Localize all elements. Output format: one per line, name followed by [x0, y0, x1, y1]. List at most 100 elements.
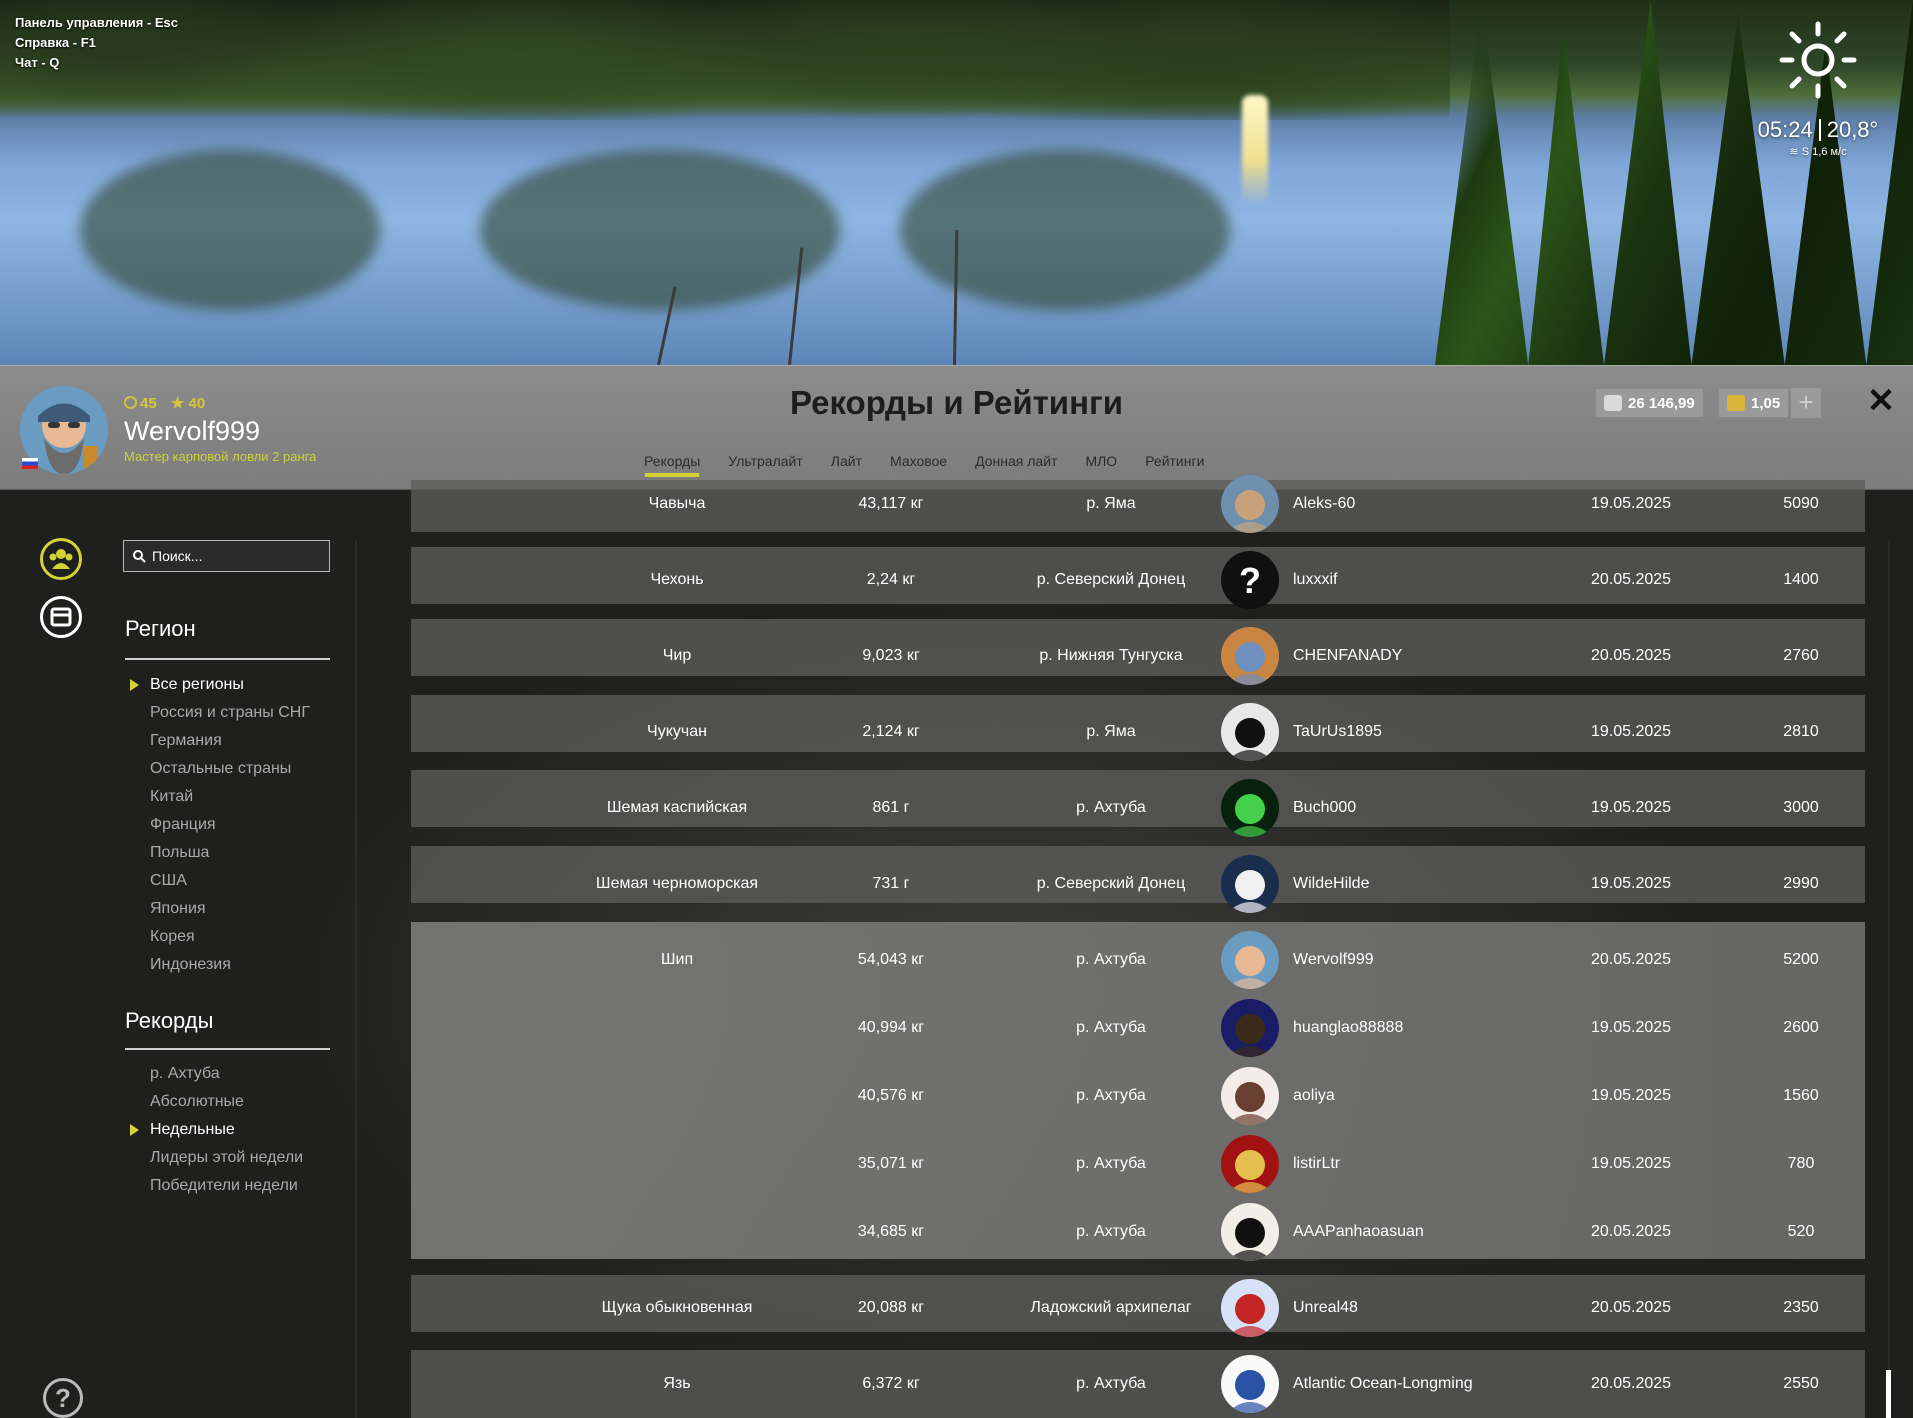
friends-icon[interactable]	[40, 538, 82, 580]
fish-weight: 40,576 кг	[857, 1087, 925, 1104]
record-points: 2600	[1783, 1019, 1819, 1036]
scrollbar-thumb[interactable]	[1886, 1370, 1891, 1418]
region-item-all[interactable]: Все регионы	[130, 671, 310, 699]
region-item-indonesia[interactable]: Индонезия	[150, 951, 310, 979]
region-item-china[interactable]: Китай	[150, 783, 310, 811]
tab-bottom-light[interactable]: Донная лайт	[961, 453, 1071, 477]
fish-weight: 2,124 кг	[862, 723, 920, 740]
records-item-week-leaders[interactable]: Лидеры этой недели	[150, 1144, 303, 1172]
gold-coin-icon	[1727, 395, 1745, 411]
record-points: 3000	[1783, 799, 1819, 816]
header-bar: 45 ★ 40 Wervolf999 Мастер карповой ловли…	[0, 365, 1913, 490]
close-button[interactable]: ✕	[1866, 384, 1896, 418]
player-name[interactable]: AAAPanhaoasuan	[1293, 1223, 1424, 1241]
hint-control-panel: Панель управления - Esc	[15, 15, 179, 30]
player-name[interactable]: WildeHilde	[1293, 875, 1369, 893]
record-points: 2990	[1783, 875, 1819, 892]
player-name[interactable]: luxxxif	[1293, 571, 1337, 589]
player-avatar[interactable]	[1221, 1067, 1279, 1125]
key-hints: Панель управления - Esc Справка - F1 Чат…	[15, 13, 178, 73]
record-date: 19.05.2025	[1590, 723, 1672, 740]
fish-weight: 54,043 кг	[857, 951, 925, 968]
player-avatar[interactable]	[1221, 627, 1279, 685]
fish-weight: 731 г	[872, 875, 910, 892]
player-name[interactable]: Buch000	[1293, 799, 1356, 817]
records-item-akhtuba[interactable]: р. Ахтуба	[150, 1060, 303, 1088]
region-heading: Регион	[125, 616, 196, 641]
region-item-usa[interactable]: США	[150, 867, 310, 895]
player-avatar[interactable]	[1221, 999, 1279, 1057]
player-name[interactable]: Unreal48	[1293, 1299, 1358, 1317]
player-avatar[interactable]	[1221, 855, 1279, 913]
gold-amount: 1,05	[1751, 394, 1781, 412]
player-name[interactable]: TaUrUs1895	[1293, 723, 1382, 741]
user-title: Мастер карповой ловли 2 ранга	[124, 449, 317, 464]
player-name[interactable]: listirLtr	[1293, 1155, 1340, 1173]
country-flag-icon	[22, 458, 38, 469]
sidebar-divider	[355, 540, 357, 1418]
player-name[interactable]: Aleks-60	[1293, 495, 1355, 513]
game-scene: Панель управления - Esc Справка - F1 Чат…	[0, 0, 1913, 365]
fish-weight: 34,685 кг	[857, 1223, 925, 1240]
sun-icon	[1779, 21, 1857, 99]
records-heading: Рекорды	[125, 1008, 214, 1033]
record-date: 20.05.2025	[1590, 1223, 1672, 1240]
help-button[interactable]: ?	[43, 1378, 83, 1418]
player-name[interactable]: Atlantic Ocean-Longming	[1293, 1375, 1473, 1393]
region-list: Все регионы Россия и страны СНГ Германия…	[130, 671, 310, 979]
player-avatar[interactable]: ?	[1221, 551, 1279, 609]
tree-reflection	[80, 150, 380, 310]
fish-weight: 6,372 кг	[862, 1375, 920, 1392]
tab-ultralight[interactable]: Ультралайт	[714, 453, 817, 477]
player-avatar[interactable]	[1221, 931, 1279, 989]
tab-ratings[interactable]: Рейтинги	[1131, 453, 1218, 477]
temperature: 20,8°	[1826, 117, 1879, 142]
add-currency-button[interactable]: +	[1791, 388, 1821, 418]
region-item-france[interactable]: Франция	[150, 811, 310, 839]
region-item-japan[interactable]: Япония	[150, 895, 310, 923]
record-date: 20.05.2025	[1590, 571, 1672, 588]
search-box	[123, 540, 330, 572]
silver-balance: 26 146,99	[1595, 388, 1704, 418]
region-divider	[125, 658, 330, 660]
search-input[interactable]	[152, 548, 322, 564]
region-item-poland[interactable]: Польша	[150, 839, 310, 867]
region-item-korea[interactable]: Корея	[150, 923, 310, 951]
fish-weight: 2,24 кг	[866, 571, 916, 588]
fish-weight: 861 г	[872, 799, 910, 816]
wind-info: S 1,6 м/с	[1801, 146, 1847, 158]
record-date: 19.05.2025	[1590, 1155, 1672, 1172]
player-name[interactable]: aoliya	[1293, 1087, 1335, 1105]
player-avatar[interactable]	[1221, 1355, 1279, 1413]
tab-mlo[interactable]: МЛО	[1071, 453, 1131, 477]
record-date: 20.05.2025	[1590, 951, 1672, 968]
records-item-weekly[interactable]: Недельные	[129, 1116, 303, 1144]
record-date: 20.05.2025	[1590, 647, 1672, 664]
player-name[interactable]: CHENFANADY	[1293, 647, 1402, 665]
scrollbar-track[interactable]	[1888, 540, 1890, 1418]
player-avatar[interactable]	[1221, 1135, 1279, 1193]
player-avatar[interactable]	[1221, 475, 1279, 533]
records-item-week-winners[interactable]: Победители недели	[150, 1172, 303, 1200]
region-item-other[interactable]: Остальные страны	[150, 755, 310, 783]
player-name[interactable]: Wervolf999	[1293, 951, 1374, 969]
player-name[interactable]: huanglao88888	[1293, 1019, 1403, 1037]
region-item-germany[interactable]: Германия	[150, 727, 310, 755]
tree-reflection	[900, 150, 1230, 310]
tab-pole[interactable]: Маховое	[876, 453, 961, 477]
inbox-icon[interactable]	[40, 596, 82, 638]
tree-reflection	[480, 150, 840, 310]
tree-line	[0, 0, 1450, 120]
tab-records[interactable]: Рекорды	[630, 453, 714, 477]
records-item-absolute[interactable]: Абсолютные	[150, 1088, 303, 1116]
region-item-russia-cis[interactable]: Россия и страны СНГ	[150, 699, 310, 727]
record-date: 19.05.2025	[1590, 1019, 1672, 1036]
player-avatar[interactable]	[1221, 1279, 1279, 1337]
record-points: 520	[1787, 1223, 1815, 1240]
silver-amount: 26 146,99	[1628, 394, 1695, 412]
player-avatar[interactable]	[1221, 703, 1279, 761]
player-avatar[interactable]	[1221, 779, 1279, 837]
tab-light[interactable]: Лайт	[817, 453, 876, 477]
player-avatar[interactable]	[1221, 1203, 1279, 1261]
record-date: 20.05.2025	[1590, 1375, 1672, 1392]
